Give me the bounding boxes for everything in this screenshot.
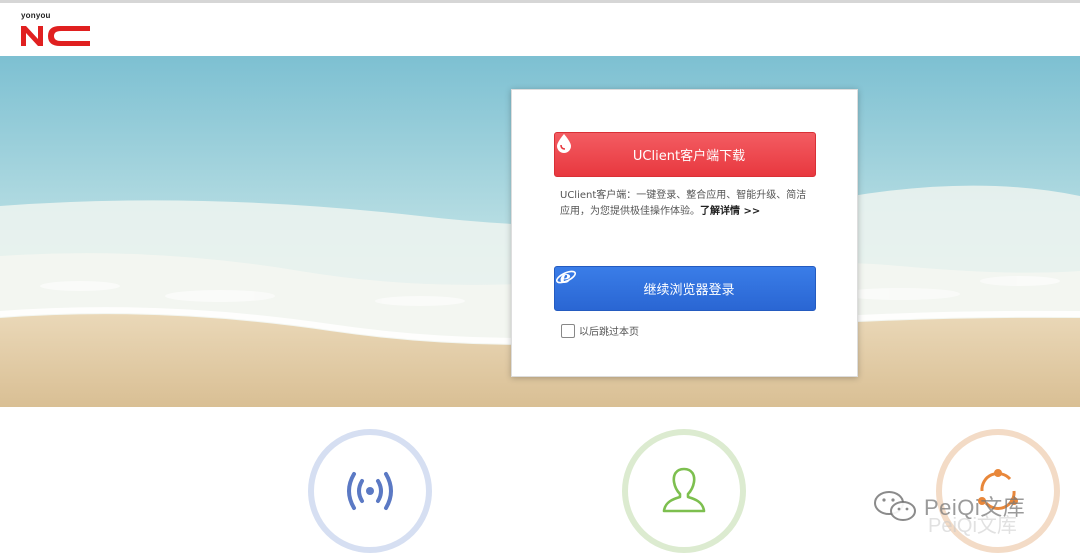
login-card: UClient客户端下载 UClient客户端：一键登录、整合应用、智能升级、简…: [511, 89, 858, 377]
watermark-shadow-text: PeiQi文库: [928, 515, 1017, 537]
logo-brand: yonyou: [21, 11, 51, 20]
page: yonyou UClient客户端下载 UClient客户端：一键登录、整合应用…: [0, 0, 1080, 555]
svg-text:e: e: [560, 268, 571, 287]
feature-mobile-circle[interactable]: [308, 429, 432, 553]
skip-checkbox[interactable]: [561, 323, 575, 338]
skip-page-option[interactable]: 以后跳过本页: [561, 323, 639, 338]
wechat-icon: [874, 491, 916, 521]
uclient-download-button[interactable]: UClient客户端下载: [554, 132, 816, 177]
logo-nc-mark: [21, 26, 90, 46]
description-text: UClient客户端：一键登录、整合应用、智能升级、简洁应用，为您提供极佳操作体…: [560, 190, 807, 217]
skip-label: 以后跳过本页: [579, 327, 639, 338]
learn-more-link[interactable]: 了解详情 >>: [700, 206, 760, 217]
browser-login-label: 继续浏览器登录: [643, 283, 735, 298]
user-icon: [662, 467, 706, 513]
uclient-download-label: UClient客户端下载: [632, 149, 746, 164]
browser-login-button[interactable]: e 继续浏览器登录: [554, 266, 816, 311]
feature-user-circle[interactable]: [622, 429, 746, 553]
header: yonyou: [0, 3, 1080, 56]
logo: yonyou: [20, 11, 100, 51]
wireless-signal-icon: [347, 472, 393, 510]
hero-beach-background: UClient客户端下载 UClient客户端：一键登录、整合应用、智能升级、简…: [0, 56, 1080, 407]
uclient-description: UClient客户端：一键登录、整合应用、智能升级、简洁应用，为您提供极佳操作体…: [560, 188, 816, 220]
